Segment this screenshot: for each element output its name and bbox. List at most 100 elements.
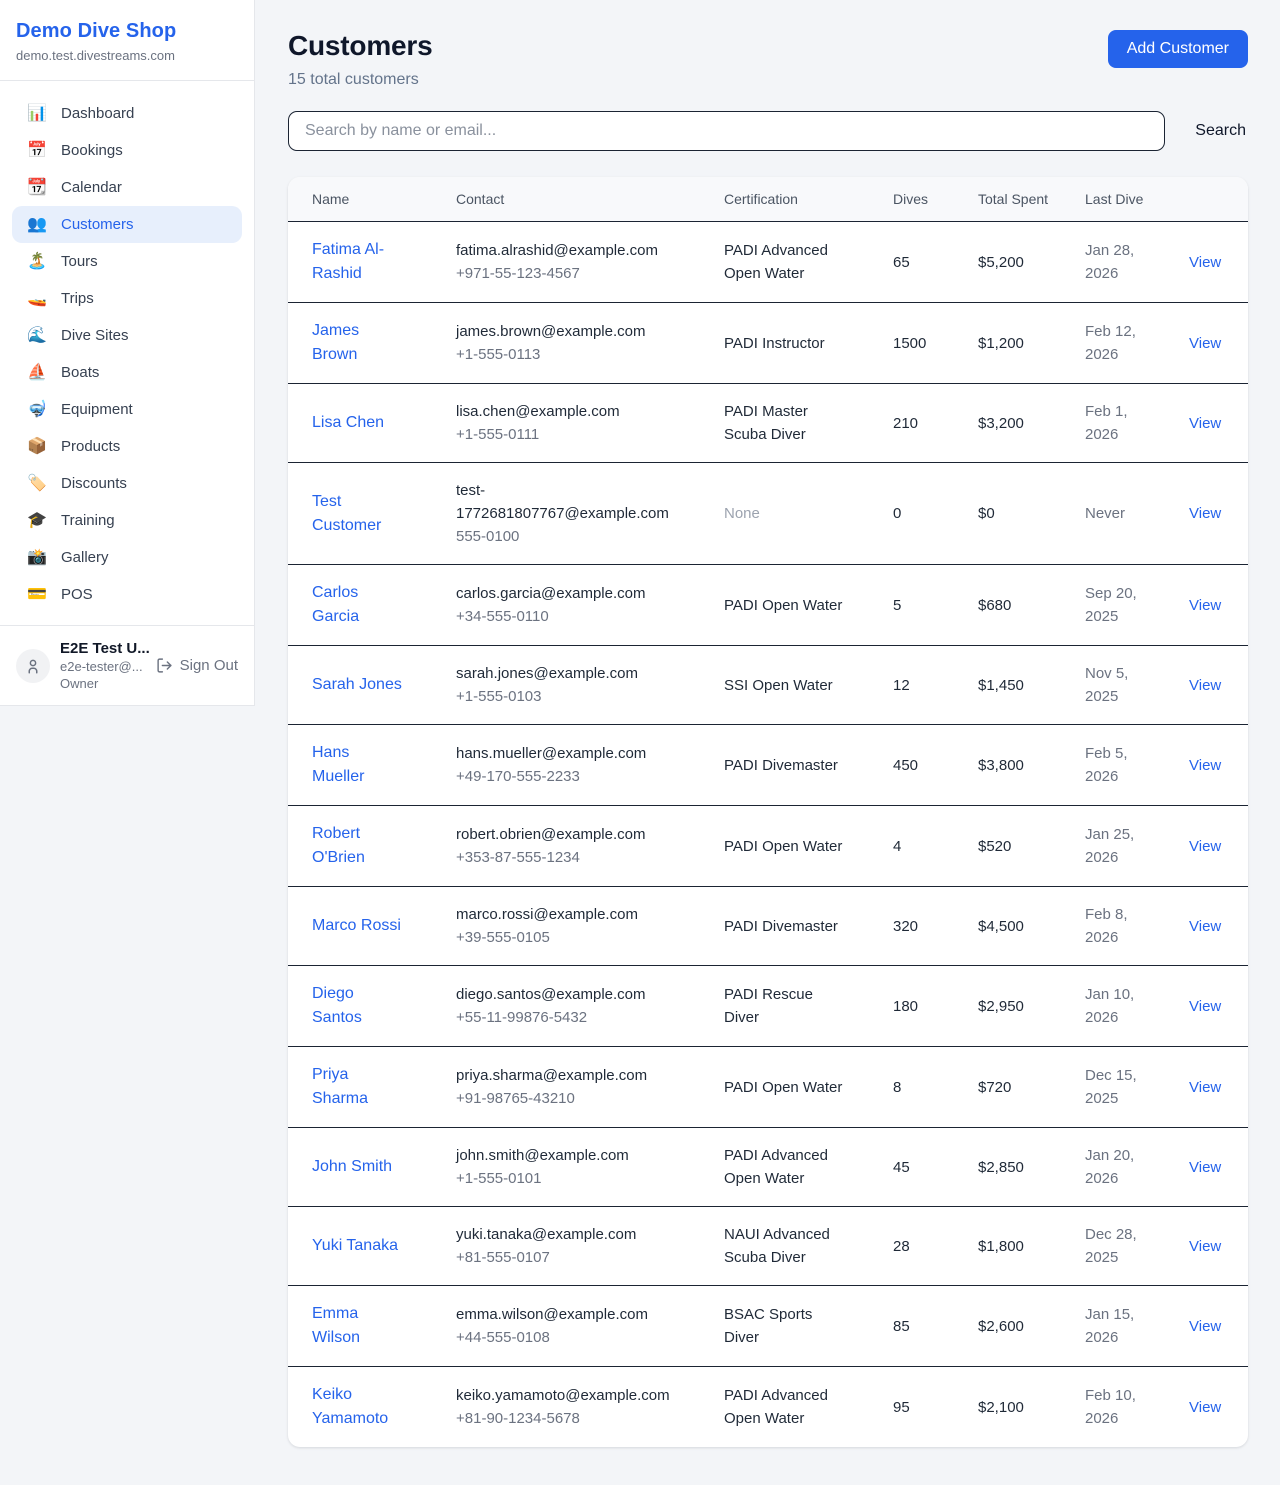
column-header-certification: Certification	[724, 177, 893, 222]
customer-last-dive: Nov 5, 2025	[1085, 646, 1189, 725]
sidebar-item-label: Discounts	[61, 475, 127, 492]
view-customer-link[interactable]: View	[1189, 998, 1221, 1015]
view-customer-link[interactable]: View	[1189, 1159, 1221, 1176]
sidebar-item-customers[interactable]: 👥 Customers	[12, 206, 242, 243]
customer-total-spent: $3,200	[978, 384, 1085, 463]
customer-dives: 180	[893, 966, 978, 1047]
customer-last-dive: Jan 15, 2026	[1085, 1286, 1189, 1367]
sidebar-item-label: Gallery	[61, 549, 109, 566]
brand-block: Demo Dive Shop demo.test.divestreams.com	[0, 0, 254, 81]
sidebar-item-bookings[interactable]: 📅 Bookings	[12, 132, 242, 169]
column-header-dives: Dives	[893, 177, 978, 222]
customer-total-spent: $0	[978, 463, 1085, 565]
speedboat-icon: 🚤	[26, 291, 48, 307]
customer-total-spent: $3,800	[978, 725, 1085, 806]
sidebar-item-pos[interactable]: 💳 POS	[12, 576, 242, 613]
tear-off-calendar-icon: 📆	[26, 180, 48, 196]
user-box: E2E Test U... e2e-tester@... Owner Sign …	[0, 625, 254, 705]
customer-certification: SSI Open Water	[724, 646, 893, 725]
sidebar-item-equipment[interactable]: 🤿 Equipment	[12, 391, 242, 428]
customers-table-card: Name Contact Certification Dives Total S…	[288, 177, 1248, 1447]
customer-total-spent: $2,100	[978, 1367, 1085, 1448]
view-customer-link[interactable]: View	[1189, 254, 1221, 271]
customer-phone: +49-170-555-2233	[456, 765, 680, 788]
sign-out-button[interactable]: Sign Out	[156, 657, 238, 674]
customer-certification: NAUI Advanced Scuba Diver	[724, 1207, 893, 1286]
customer-dives: 1500	[893, 303, 978, 384]
sidebar-item-gallery[interactable]: 📸 Gallery	[12, 539, 242, 576]
customer-dives: 450	[893, 725, 978, 806]
customer-certification: PADI Divemaster	[724, 887, 893, 966]
customer-certification: PADI Open Water	[724, 806, 893, 887]
customer-email: emma.wilson@example.com	[456, 1303, 680, 1326]
view-customer-link[interactable]: View	[1189, 677, 1221, 694]
view-customer-link[interactable]: View	[1189, 415, 1221, 432]
view-customer-link[interactable]: View	[1189, 757, 1221, 774]
customer-name-link[interactable]: James Brown	[312, 322, 359, 363]
sidebar-item-label: Training	[61, 512, 115, 529]
sidebar-item-tours[interactable]: 🏝️ Tours	[12, 243, 242, 280]
table-row: John Smith john.smith@example.com +1-555…	[288, 1128, 1248, 1207]
island-icon: 🏝️	[26, 254, 48, 270]
page-title: Customers	[288, 30, 432, 62]
view-customer-link[interactable]: View	[1189, 838, 1221, 855]
view-customer-link[interactable]: View	[1189, 1318, 1221, 1335]
user-name: E2E Test U...	[60, 640, 146, 657]
customer-certification: PADI Advanced Open Water	[724, 1128, 893, 1207]
customer-certification: None	[724, 463, 893, 565]
sidebar-item-calendar[interactable]: 📆 Calendar	[12, 169, 242, 206]
customer-name-link[interactable]: Fatima Al-Rashid	[312, 241, 384, 282]
view-customer-link[interactable]: View	[1189, 918, 1221, 935]
view-customer-link[interactable]: View	[1189, 1399, 1221, 1416]
customer-dives: 65	[893, 222, 978, 303]
customer-name-link[interactable]: Lisa Chen	[312, 414, 384, 431]
view-customer-link[interactable]: View	[1189, 597, 1221, 614]
customer-name-link[interactable]: Robert O'Brien	[312, 825, 365, 866]
view-customer-link[interactable]: View	[1189, 335, 1221, 352]
sidebar-item-training[interactable]: 🎓 Training	[12, 502, 242, 539]
customer-name-link[interactable]: Test Customer	[312, 493, 381, 534]
sign-out-icon	[156, 657, 173, 674]
column-header-contact: Contact	[456, 177, 724, 222]
table-row: James Brown james.brown@example.com +1-5…	[288, 303, 1248, 384]
customers-table: Name Contact Certification Dives Total S…	[288, 177, 1248, 1447]
search-input[interactable]	[288, 111, 1165, 151]
view-customer-link[interactable]: View	[1189, 505, 1221, 522]
page-header: Customers 15 total customers Add Custome…	[288, 30, 1248, 89]
sidebar-item-boats[interactable]: ⛵ Boats	[12, 354, 242, 391]
table-row: Robert O'Brien robert.obrien@example.com…	[288, 806, 1248, 887]
add-customer-button[interactable]: Add Customer	[1108, 30, 1248, 68]
table-row: Priya Sharma priya.sharma@example.com +9…	[288, 1047, 1248, 1128]
user-avatar-icon	[24, 657, 42, 675]
customer-email: robert.obrien@example.com	[456, 823, 680, 846]
table-row: Test Customer test-1772681807767@example…	[288, 463, 1248, 565]
sidebar-item-dive-sites[interactable]: 🌊 Dive Sites	[12, 317, 242, 354]
customer-name-link[interactable]: Diego Santos	[312, 985, 362, 1026]
customer-certification: PADI Open Water	[724, 1047, 893, 1128]
view-customer-link[interactable]: View	[1189, 1079, 1221, 1096]
customer-name-link[interactable]: Hans Mueller	[312, 744, 364, 785]
search-button[interactable]: Search	[1193, 118, 1248, 144]
sidebar-item-products[interactable]: 📦 Products	[12, 428, 242, 465]
customer-name-link[interactable]: Yuki Tanaka	[312, 1237, 398, 1254]
sidebar-item-dashboard[interactable]: 📊 Dashboard	[12, 95, 242, 132]
customer-name-link[interactable]: Keiko Yamamoto	[312, 1386, 388, 1427]
sidebar: Demo Dive Shop demo.test.divestreams.com…	[0, 0, 255, 706]
customer-name-link[interactable]: John Smith	[312, 1158, 392, 1175]
customer-name-link[interactable]: Carlos Garcia	[312, 584, 359, 625]
sidebar-item-trips[interactable]: 🚤 Trips	[12, 280, 242, 317]
customer-last-dive: Jan 10, 2026	[1085, 966, 1189, 1047]
customer-name-link[interactable]: Priya Sharma	[312, 1066, 368, 1107]
customer-certification: PADI Instructor	[724, 303, 893, 384]
table-row: Keiko Yamamoto keiko.yamamoto@example.co…	[288, 1367, 1248, 1448]
table-row: Lisa Chen lisa.chen@example.com +1-555-0…	[288, 384, 1248, 463]
camera-icon: 📸	[26, 550, 48, 566]
customer-name-link[interactable]: Sarah Jones	[312, 676, 402, 693]
view-customer-link[interactable]: View	[1189, 1238, 1221, 1255]
customer-name-link[interactable]: Emma Wilson	[312, 1305, 360, 1346]
graduation-cap-icon: 🎓	[26, 513, 48, 529]
customer-phone: +1-555-0101	[456, 1167, 680, 1190]
sidebar-item-discounts[interactable]: 🏷️ Discounts	[12, 465, 242, 502]
customer-name-link[interactable]: Marco Rossi	[312, 917, 401, 934]
avatar	[16, 649, 50, 683]
